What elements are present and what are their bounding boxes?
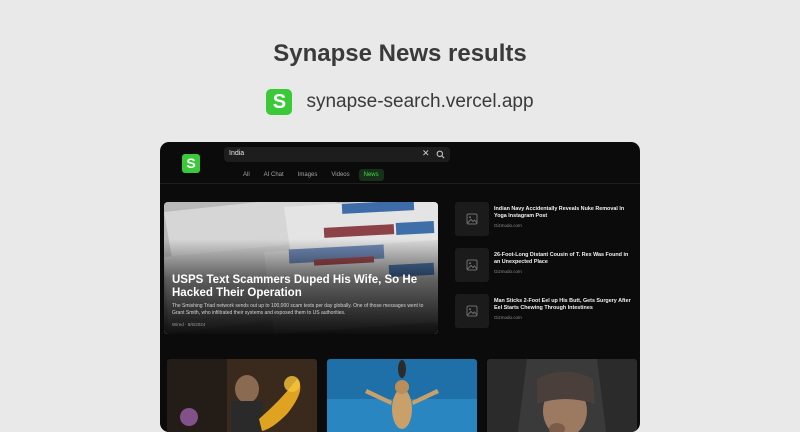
header-divider: [160, 183, 640, 184]
news-card-image: [327, 359, 477, 432]
site-row: S synapse-search.vercel.app: [0, 89, 800, 115]
image-placeholder-icon: [466, 259, 478, 271]
featured-meta: Wired · 8/6/2024: [172, 322, 206, 327]
article-thumbnail: [455, 294, 489, 328]
app-window: S India ✕ All AI Chat Images Videos News: [160, 142, 640, 432]
featured-description: The Smishing Triad network sends out up …: [172, 303, 424, 316]
news-card-image: [167, 359, 317, 432]
news-card[interactable]: [167, 359, 317, 432]
side-article-source: Gizmodo.com: [494, 315, 522, 320]
featured-title[interactable]: USPS Text Scammers Duped His Wife, So He…: [172, 274, 422, 300]
search-tabs: All AI Chat Images Videos News: [238, 169, 384, 181]
close-icon[interactable]: ✕: [422, 148, 430, 159]
synapse-logo: S: [266, 89, 293, 115]
side-article[interactable]: Man Sticks 2-Foot Eel up His Butt, Gets …: [455, 294, 635, 328]
search-value[interactable]: India: [229, 150, 244, 157]
side-article-title[interactable]: Indian Navy Accidentally Reveals Nuke Re…: [494, 206, 634, 220]
tab-all[interactable]: All: [238, 169, 255, 181]
news-card[interactable]: [487, 359, 637, 432]
side-article-source: Gizmodo.com: [494, 269, 522, 274]
article-thumbnail: [455, 202, 489, 236]
news-card-image: [487, 359, 637, 432]
side-article-source: Gizmodo.com: [494, 223, 522, 228]
app-logo[interactable]: S: [182, 154, 200, 173]
image-placeholder-icon: [466, 305, 478, 317]
search-input[interactable]: India ✕: [224, 147, 450, 162]
tab-images[interactable]: Images: [293, 169, 323, 181]
tab-news[interactable]: News: [358, 169, 384, 181]
side-article-title[interactable]: Man Sticks 2-Foot Eel up His Butt, Gets …: [494, 298, 634, 312]
image-placeholder-icon: [466, 213, 478, 225]
news-card[interactable]: [327, 359, 477, 432]
site-url: synapse-search.vercel.app: [306, 91, 534, 112]
side-article[interactable]: Indian Navy Accidentally Reveals Nuke Re…: [455, 202, 635, 236]
side-article-title[interactable]: 26-Foot-Long Distant Cousin of T. Rex Wa…: [494, 252, 634, 266]
featured-article[interactable]: USPS Text Scammers Duped His Wife, So He…: [164, 202, 438, 334]
page-title: Synapse News results: [273, 40, 527, 67]
search-icon[interactable]: [436, 150, 445, 159]
tab-ai-chat[interactable]: AI Chat: [259, 169, 289, 181]
tab-videos[interactable]: Videos: [326, 169, 354, 181]
article-thumbnail: [455, 248, 489, 282]
side-article[interactable]: 26-Foot-Long Distant Cousin of T. Rex Wa…: [455, 248, 635, 282]
